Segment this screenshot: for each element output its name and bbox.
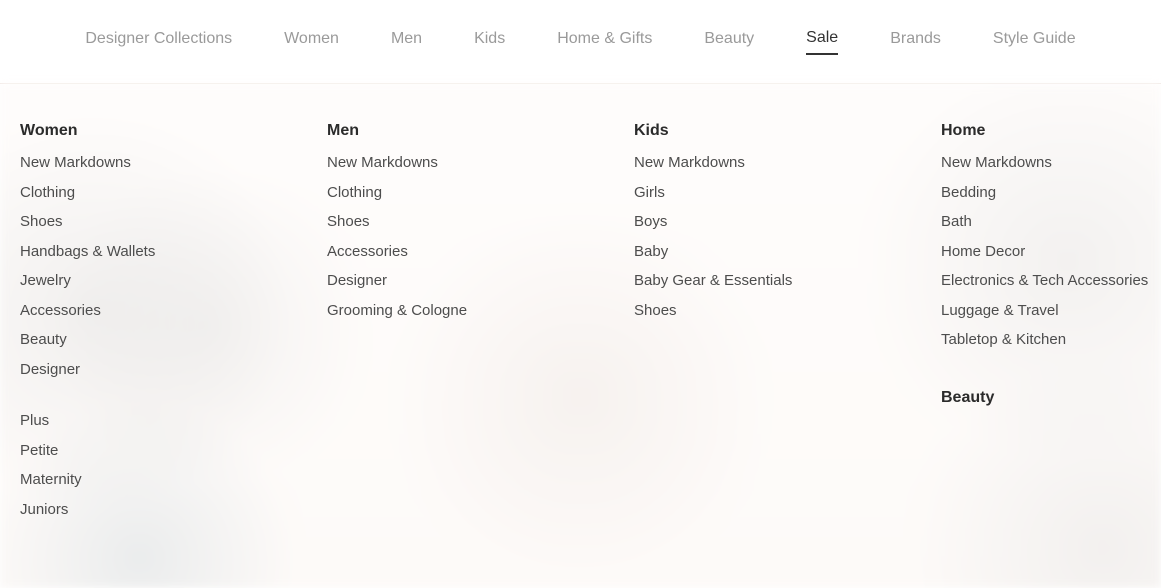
dropdown-link-new-markdowns[interactable]: New Markdowns — [327, 154, 634, 171]
dropdown-col-men: Men New Markdowns Clothing Shoes Accessories… — [327, 122, 634, 530]
dropdown-link-accessories[interactable]: Accessories — [327, 243, 634, 260]
dropdown-link-accessories[interactable]: Accessories — [20, 302, 327, 319]
topnav-item-brands[interactable]: Brands — [890, 30, 941, 54]
topnav-item-beauty[interactable]: Beauty — [704, 30, 754, 54]
dropdown-link-juniors[interactable]: Juniors — [20, 501, 327, 518]
group-gap — [20, 390, 327, 412]
dropdown-link-designer[interactable]: Designer — [20, 361, 327, 378]
dropdown-link-maternity[interactable]: Maternity — [20, 471, 327, 488]
dropdown-col-kids: Kids New Markdowns Girls Boys Baby Baby Gear … — [634, 122, 941, 530]
dropdown-link-beauty[interactable]: Beauty — [20, 331, 327, 348]
dropdown-link-new-markdowns[interactable]: New Markdowns — [20, 154, 327, 171]
topnav-item-women[interactable]: Women — [284, 30, 339, 54]
dropdown-heading-women: Women — [20, 122, 327, 140]
dropdown-col-home: Home New Markdowns Bedding Bath Home Decor El… — [941, 122, 1148, 530]
dropdown-link-boys[interactable]: Boys — [634, 213, 941, 230]
topnav-item-sale[interactable]: Sale — [806, 29, 838, 55]
dropdown-link-tabletop-kitchen[interactable]: Tabletop & Kitchen — [941, 331, 1148, 348]
dropdown-link-plus[interactable]: Plus — [20, 412, 327, 429]
top-nav: Designer Collections Women Men Kids Home & G… — [0, 0, 1161, 84]
topnav-item-men[interactable]: Men — [391, 30, 422, 54]
dropdown-link-bedding[interactable]: Bedding — [941, 184, 1148, 201]
dropdown-link-handbags-wallets[interactable]: Handbags & Wallets — [20, 243, 327, 260]
dropdown-link-shoes[interactable]: Shoes — [20, 213, 327, 230]
dropdown-link-clothing[interactable]: Clothing — [327, 184, 634, 201]
dropdown-link-new-markdowns[interactable]: New Markdowns — [634, 154, 941, 171]
dropdown-link-clothing[interactable]: Clothing — [20, 184, 327, 201]
topnav-item-style-guide[interactable]: Style Guide — [993, 30, 1076, 54]
topnav-item-designer-collections[interactable]: Designer Collections — [85, 30, 232, 54]
dropdown-link-shoes[interactable]: Shoes — [634, 302, 941, 319]
dropdown-link-girls[interactable]: Girls — [634, 184, 941, 201]
sale-dropdown: WomenNew MarkdownsClothingShoesHandbags … — [0, 84, 1161, 588]
dropdown-link-grooming-cologne[interactable]: Grooming & Cologne — [327, 302, 634, 319]
section-gap — [941, 361, 1148, 389]
dropdown-heading-home: Home — [941, 122, 1148, 140]
dropdown-columns: WomenNew MarkdownsClothingShoesHandbags … — [20, 122, 1141, 530]
dropdown-link-luggage-travel[interactable]: Luggage & Travel — [941, 302, 1148, 319]
dropdown-link-home-decor[interactable]: Home Decor — [941, 243, 1148, 260]
topnav-item-kids[interactable]: Kids — [474, 30, 505, 54]
dropdown-link-petite[interactable]: Petite — [20, 442, 327, 459]
dropdown-link-new-markdowns[interactable]: New Markdowns — [941, 154, 1148, 171]
dropdown-link-electronics-tech-accessories[interactable]: Electronics & Tech Accessories — [941, 272, 1148, 289]
dropdown-link-jewelry[interactable]: Jewelry — [20, 272, 327, 289]
dropdown-col-women: Women New Markdowns Clothing Shoes Handbags … — [20, 122, 327, 530]
dropdown-link-baby-gear-essentials[interactable]: Baby Gear & Essentials — [634, 272, 941, 289]
dropdown-link-bath[interactable]: Bath — [941, 213, 1148, 230]
dropdown-link-shoes[interactable]: Shoes — [327, 213, 634, 230]
dropdown-heading-beauty: Beauty — [941, 389, 1148, 407]
dropdown-link-baby[interactable]: Baby — [634, 243, 941, 260]
dropdown-link-designer[interactable]: Designer — [327, 272, 634, 289]
dropdown-heading-kids: Kids — [634, 122, 941, 140]
dropdown-heading-men: Men — [327, 122, 634, 140]
topnav-item-home-gifts[interactable]: Home & Gifts — [557, 30, 652, 54]
